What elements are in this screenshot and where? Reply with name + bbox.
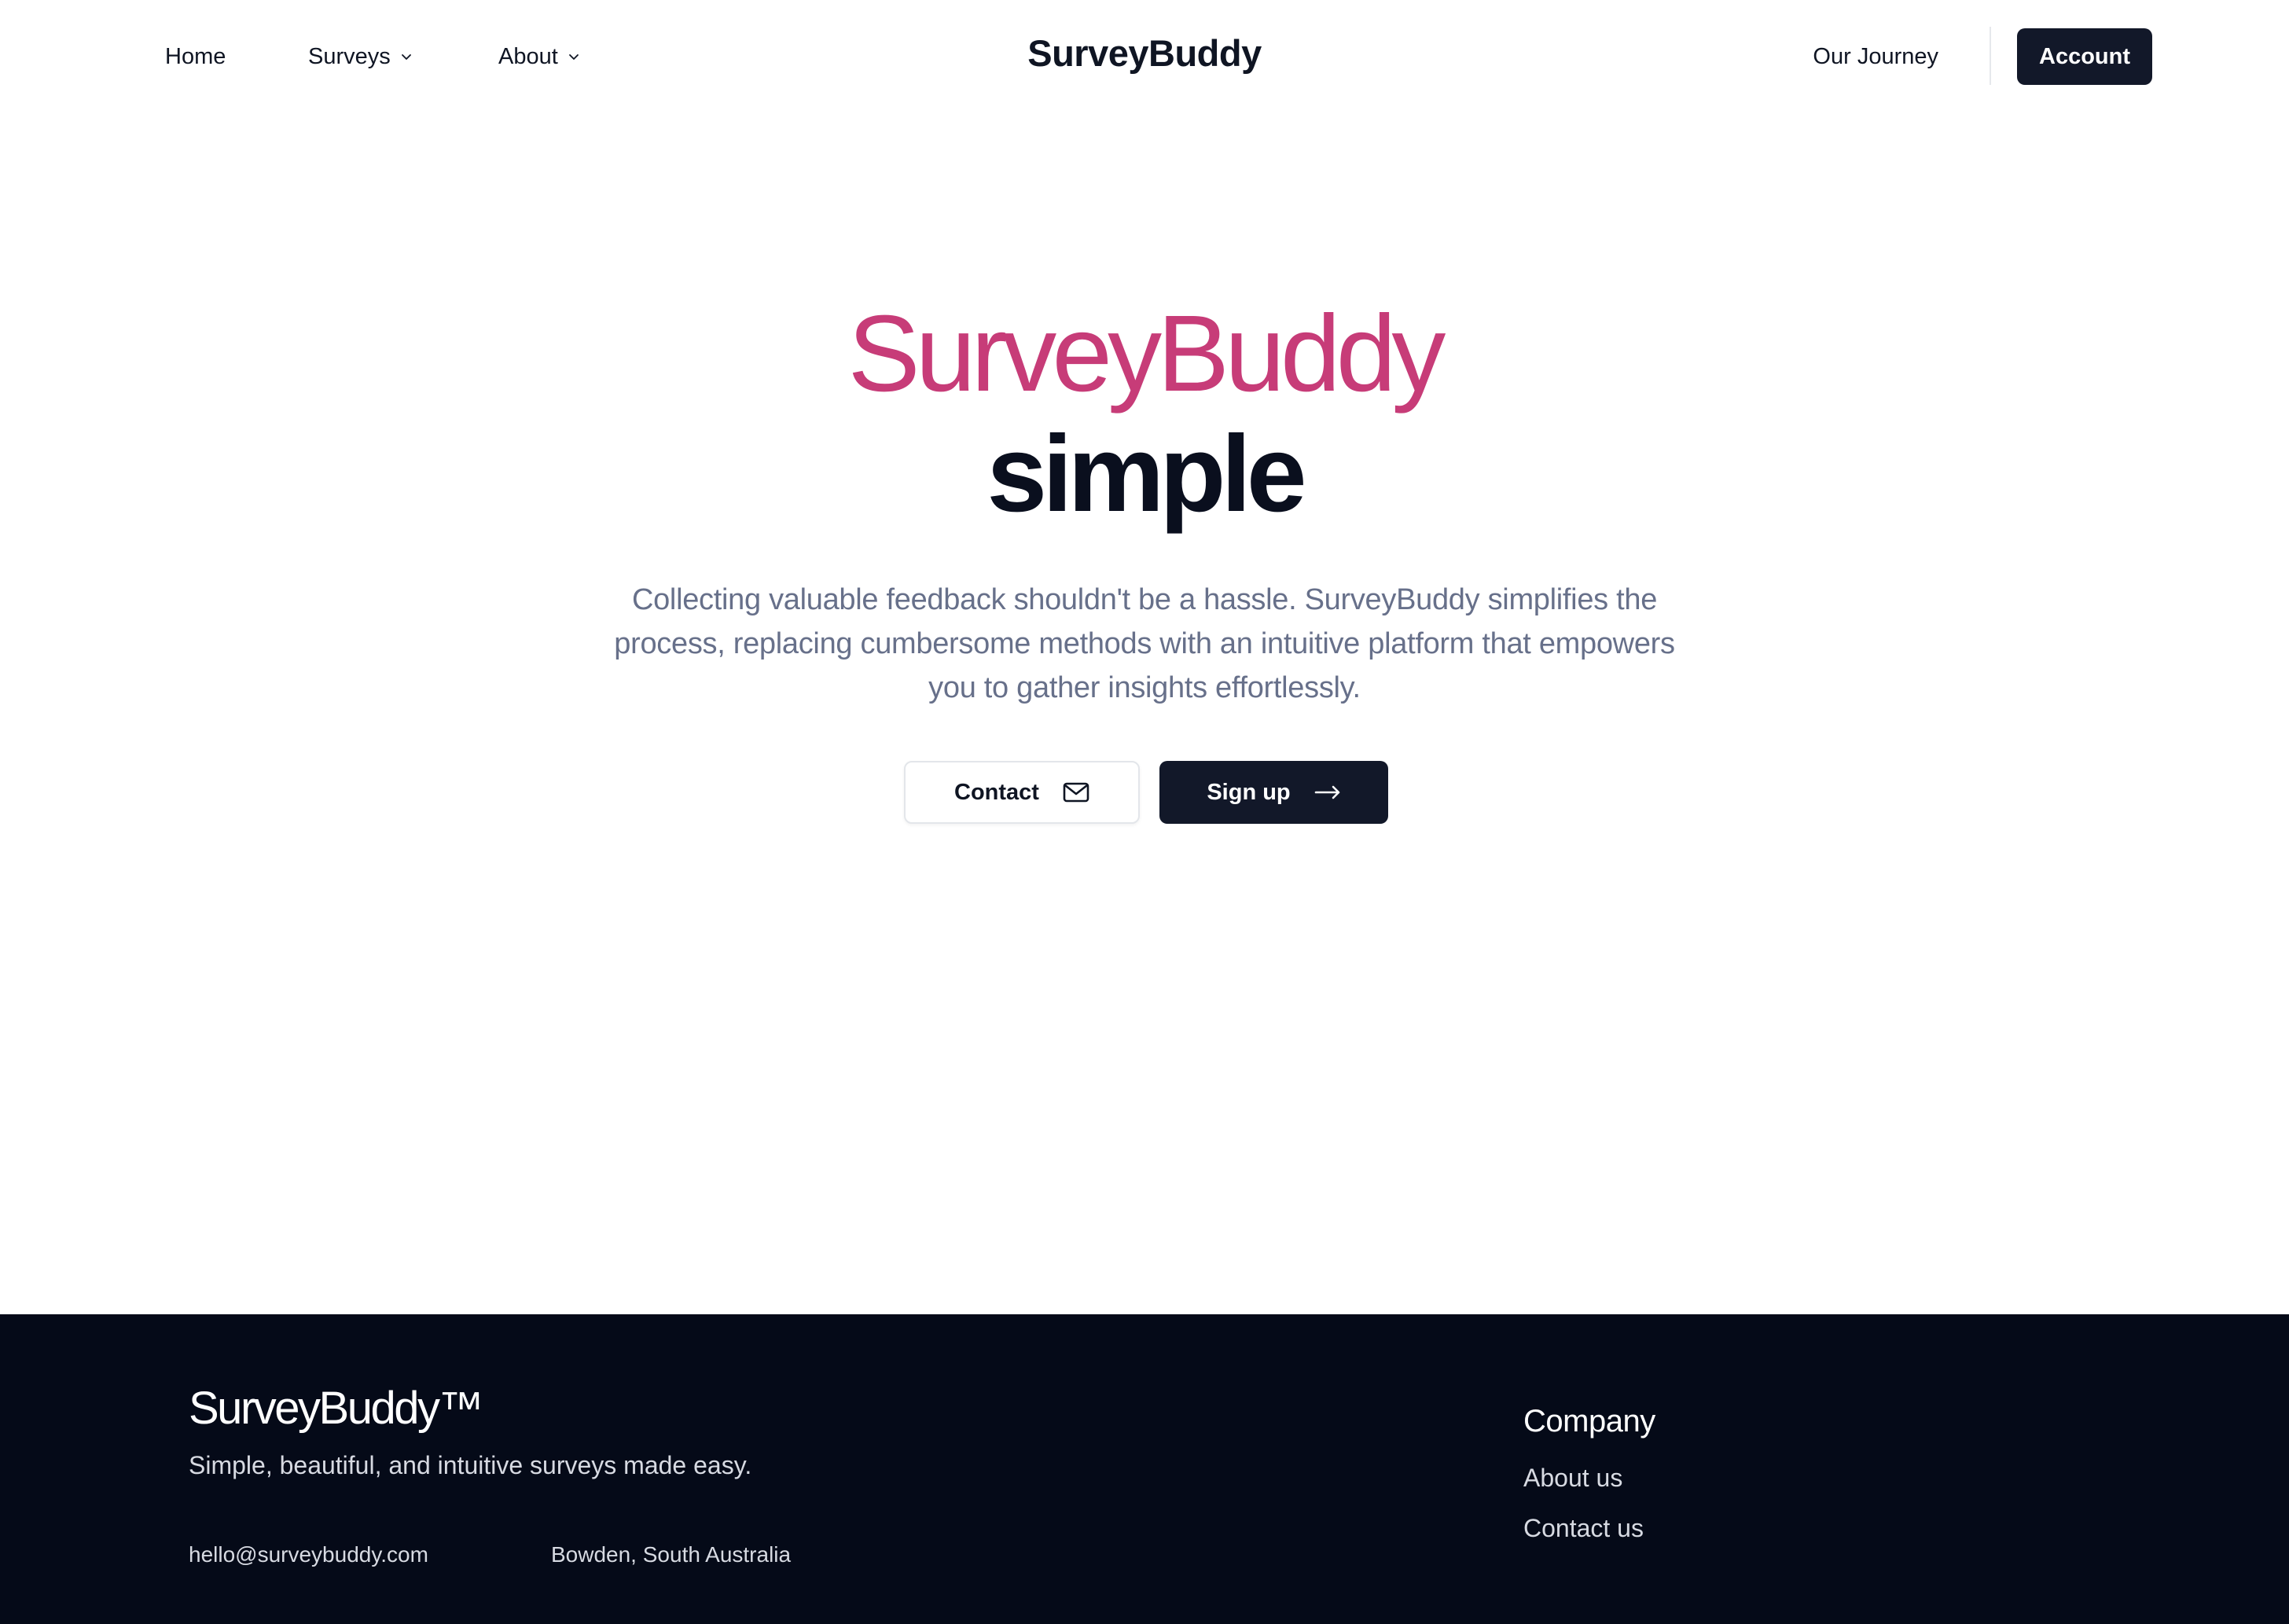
hero-subtitle: simple — [987, 413, 1306, 535]
footer-email-link[interactable]: hello@surveybuddy.com — [189, 1542, 428, 1567]
footer-contact-us-link[interactable]: Contact us — [1523, 1514, 1644, 1543]
contact-button-label: Contact — [954, 779, 1039, 805]
account-button[interactable]: Account — [2017, 28, 2152, 85]
hero-title: SurveyBuddy — [847, 293, 1446, 414]
footer: SurveyBuddy™ Simple, beautiful, and intu… — [0, 1314, 2289, 1624]
nav-about-label: About — [498, 43, 558, 69]
signup-button-label: Sign up — [1207, 779, 1291, 805]
nav-surveys-dropdown[interactable]: Surveys — [308, 39, 413, 74]
chevron-down-icon — [401, 54, 411, 60]
footer-company-heading: Company — [1523, 1404, 1655, 1438]
account-button-label: Account — [2039, 43, 2130, 69]
hero-description: Collecting valuable feedback shouldn't b… — [614, 583, 1675, 704]
top-navbar: Home Surveys About SurveyBuddy Our Journ… — [0, 0, 2289, 113]
nav-our-journey-label: Our Journey — [1813, 43, 1938, 69]
nav-our-journey-link[interactable]: Our Journey — [1813, 39, 1938, 74]
footer-brand: SurveyBuddy™ — [189, 1383, 483, 1434]
chevron-down-icon — [568, 54, 579, 60]
nav-about-dropdown[interactable]: About — [498, 39, 580, 74]
footer-about-us-link[interactable]: About us — [1523, 1464, 1622, 1493]
footer-tagline: Simple, beautiful, and intuitive surveys… — [189, 1451, 752, 1479]
nav-surveys-label: Surveys — [308, 43, 391, 69]
signup-button[interactable]: Sign up — [1159, 761, 1388, 824]
nav-home-label: Home — [165, 43, 226, 69]
mail-icon — [1063, 782, 1089, 803]
footer-location: Bowden, South Australia — [551, 1542, 792, 1567]
nav-home-link[interactable]: Home — [165, 39, 226, 74]
brand-logo[interactable]: SurveyBuddy — [1027, 32, 1262, 74]
nav-divider — [1990, 27, 1991, 85]
arrow-right-icon — [1314, 784, 1341, 800]
contact-button[interactable]: Contact — [904, 761, 1140, 824]
